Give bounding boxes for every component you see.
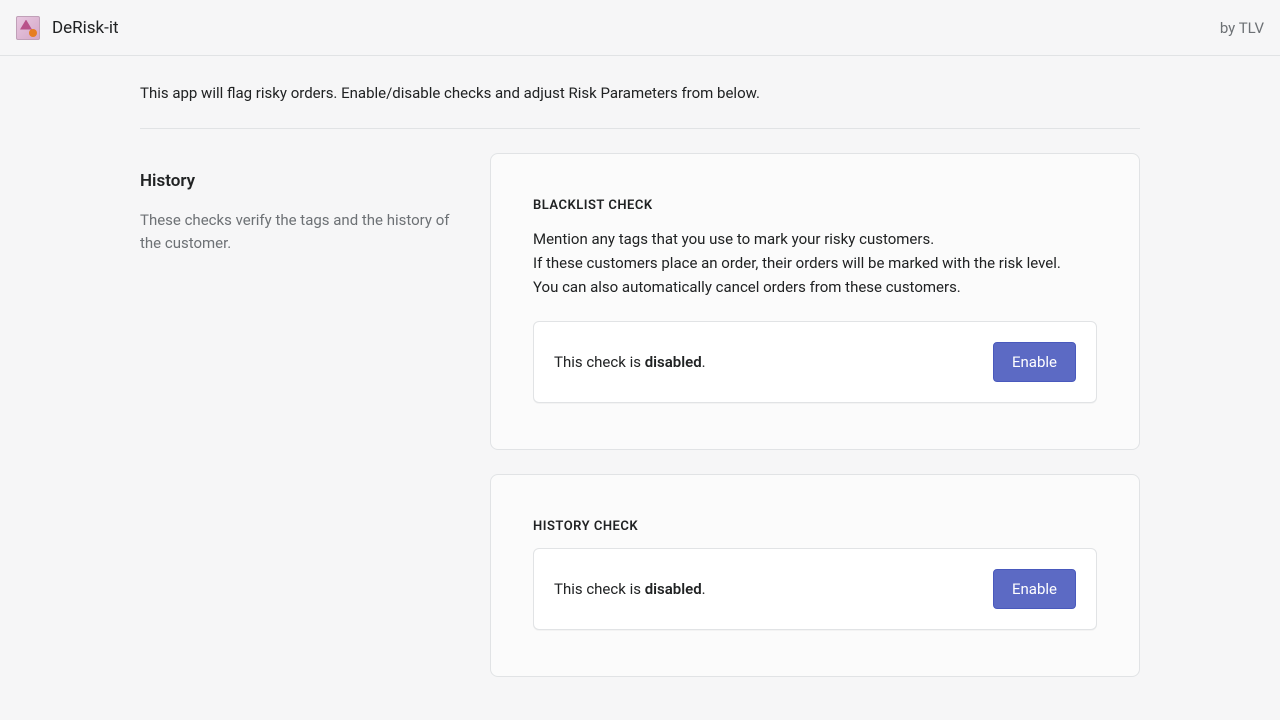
app-header: DeRisk-it by TLV	[0, 0, 1280, 56]
history-status-state: disabled	[645, 580, 702, 598]
intro-text: This app will flag risky orders. Enable/…	[140, 84, 1140, 129]
blacklist-status-state: disabled	[645, 353, 702, 371]
blacklist-status-suffix: .	[702, 353, 706, 371]
section-sidebar: History These checks verify the tags and…	[140, 153, 450, 701]
main-column: BLACKLIST CHECK Mention any tags that yo…	[490, 153, 1140, 701]
blacklist-status-box: This check is disabled. Enable	[533, 321, 1097, 403]
history-card-title: HISTORY CHECK	[533, 519, 1097, 534]
blacklist-desc-line2: If these customers place an order, their…	[533, 254, 1061, 272]
blacklist-enable-button[interactable]: Enable	[993, 342, 1076, 382]
blacklist-status-text: This check is disabled.	[554, 353, 706, 371]
blacklist-card-title: BLACKLIST CHECK	[533, 198, 1097, 213]
history-status-prefix: This check is	[554, 580, 645, 598]
blacklist-desc-line3: You can also automatically cancel orders…	[533, 278, 961, 296]
content-row: History These checks verify the tags and…	[140, 153, 1140, 701]
app-logo-icon	[16, 16, 40, 40]
history-status-suffix: .	[702, 580, 706, 598]
blacklist-status-prefix: This check is	[554, 353, 645, 371]
app-byline: by TLV	[1220, 19, 1264, 37]
history-status-box: This check is disabled. Enable	[533, 548, 1097, 630]
history-check-card: HISTORY CHECK This check is disabled. En…	[490, 474, 1140, 677]
history-enable-button[interactable]: Enable	[993, 569, 1076, 609]
app-title: DeRisk-it	[52, 18, 119, 38]
sidebar-description: These checks verify the tags and the his…	[140, 209, 450, 256]
main-container: This app will flag risky orders. Enable/…	[140, 56, 1140, 701]
sidebar-title: History	[140, 171, 450, 191]
blacklist-desc-line1: Mention any tags that you use to mark yo…	[533, 230, 934, 248]
blacklist-check-card: BLACKLIST CHECK Mention any tags that yo…	[490, 153, 1140, 450]
blacklist-card-description: Mention any tags that you use to mark yo…	[533, 227, 1097, 299]
history-status-text: This check is disabled.	[554, 580, 706, 598]
header-left: DeRisk-it	[16, 16, 119, 40]
